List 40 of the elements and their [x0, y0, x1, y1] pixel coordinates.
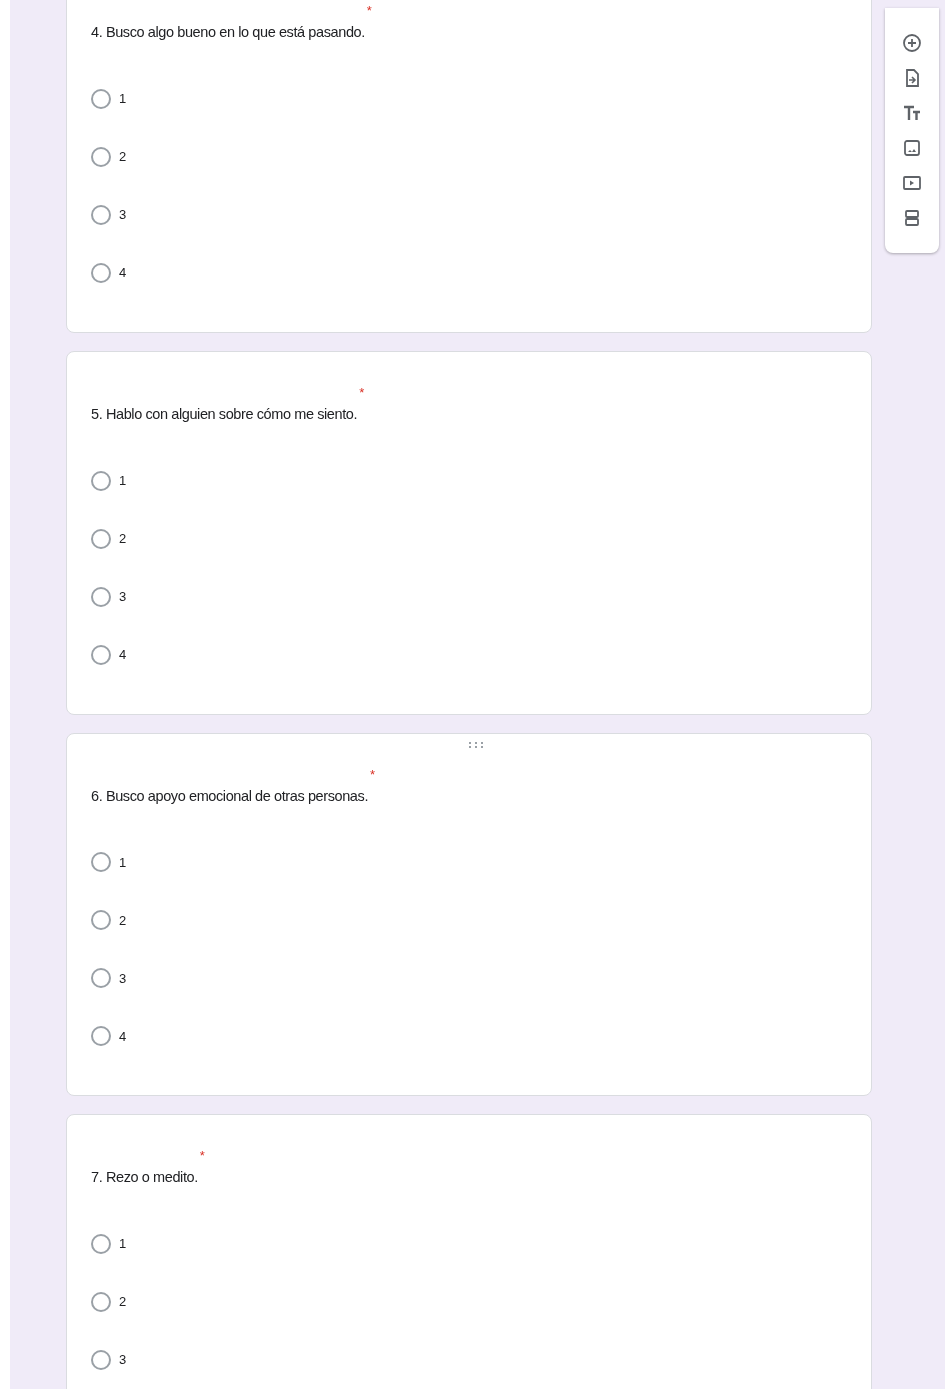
add-icon[interactable] [900, 31, 924, 55]
option-label: 4 [119, 1027, 127, 1046]
option-label: 4 [119, 264, 127, 282]
option-label: 3 [119, 206, 127, 224]
radio-button[interactable] [91, 1026, 111, 1047]
required-asterisk: * [366, 3, 372, 18]
radio-button[interactable] [91, 586, 111, 607]
option-label: 2 [119, 148, 127, 166]
radio-button[interactable] [91, 262, 111, 283]
option-label: 4 [119, 645, 127, 664]
radio-button[interactable] [91, 528, 111, 549]
option-label: 1 [119, 90, 127, 108]
radio-button[interactable] [91, 88, 111, 109]
option-label: 3 [119, 587, 127, 606]
option-label: 1 [119, 471, 127, 490]
required-asterisk: * [199, 1148, 205, 1164]
radio-button[interactable] [91, 1292, 111, 1312]
option-label: 3 [119, 969, 127, 988]
option-label: 2 [119, 529, 127, 548]
option-label: 3 [119, 1351, 127, 1370]
radio-button[interactable] [91, 1350, 111, 1370]
option-label: 1 [119, 853, 127, 872]
question-text: 6. Busco apoyo emocional de otras personas. [91, 787, 368, 804]
radio-button[interactable] [91, 204, 111, 225]
question-text: 5. Hablo con alguien sobre cómo me siento. [91, 405, 358, 422]
option-label: 2 [119, 1293, 127, 1312]
drag-handle-icon[interactable] [469, 741, 483, 748]
option-label: 1 [119, 1235, 127, 1254]
required-asterisk: * [370, 766, 376, 782]
radio-button[interactable] [91, 644, 111, 665]
radio-button[interactable] [91, 146, 111, 167]
question-text: 7. Rezo o medito. [91, 1169, 198, 1186]
radio-button[interactable] [91, 968, 111, 989]
radio-button[interactable] [91, 910, 111, 931]
option-label: 2 [119, 911, 127, 930]
required-asterisk: * [359, 384, 365, 400]
radio-button[interactable] [91, 1234, 111, 1254]
radio-button[interactable] [91, 470, 111, 491]
radio-button[interactable] [91, 852, 111, 873]
question-text: 4. Busco algo bueno en lo que está pasando. [91, 24, 365, 40]
